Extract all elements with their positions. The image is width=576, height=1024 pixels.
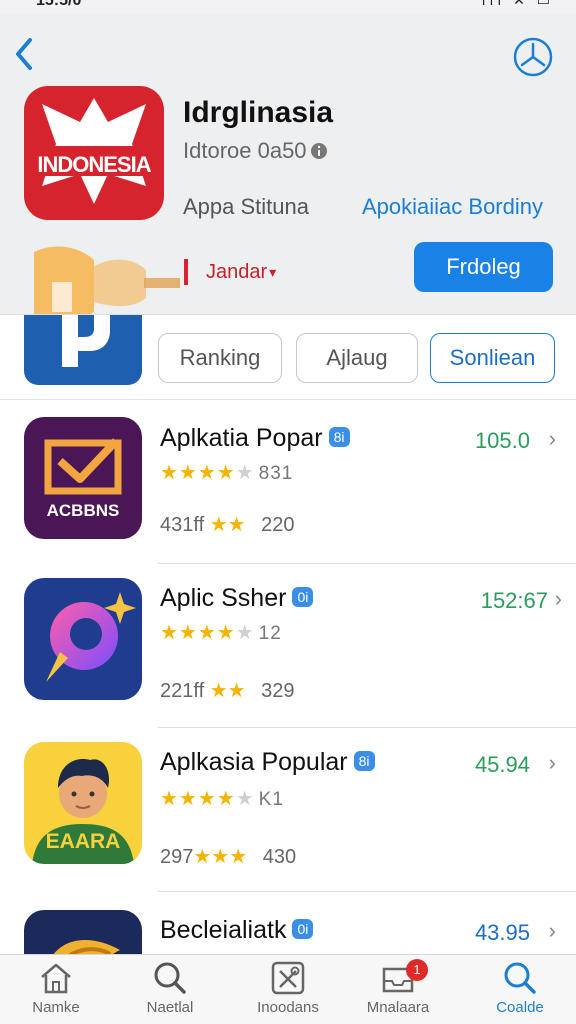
meta-prefix: 221ff <box>160 680 205 702</box>
meta-value: 329 <box>261 680 295 702</box>
history-button[interactable] <box>512 36 554 78</box>
tools-icon <box>271 961 305 995</box>
tab-home[interactable]: Namke <box>6 961 106 1023</box>
list-item[interactable]: Becleialiatk 0i 43.95 › <box>0 896 576 954</box>
tab-ajlaug[interactable]: Ajlaug <box>296 333 418 383</box>
meta-prefix: 297 <box>160 846 194 868</box>
tab-ranking[interactable]: Ranking <box>158 333 282 383</box>
chevron-right-icon[interactable]: › <box>555 586 562 612</box>
status-time: 15:5/0 <box>36 0 82 9</box>
app-title-text: Aplkatia Popar <box>160 424 323 452</box>
app-price[interactable]: 152:67 <box>481 588 548 614</box>
app-title: Aplkatia Popar 8i <box>160 424 350 453</box>
app-meta: 297★★★ 430 <box>160 846 297 868</box>
rating-stars: ★★★★★ K1 <box>160 788 284 810</box>
rating-stars: ★★★★★ 12 <box>160 622 282 644</box>
divider <box>158 891 576 892</box>
dropdown-label: Jandar <box>206 260 268 283</box>
app-subtitle: Idtoroe 0a50 <box>183 138 307 163</box>
status-icons: ııı ✕ ▭ <box>481 0 554 8</box>
app-badge: 0i <box>292 919 314 939</box>
tab-search[interactable]: Naetlal <box>120 961 220 1023</box>
meta-value: 220 <box>261 514 295 536</box>
brand-logo-icon <box>62 315 110 367</box>
app-icon-2 <box>24 578 142 700</box>
app-icon-1: ACBBNS <box>24 417 142 539</box>
app-price[interactable]: 45.94 <box>475 752 530 778</box>
app-badge: 8i <box>353 751 375 771</box>
app-price[interactable]: 105.0 <box>475 428 530 454</box>
meta-prefix: 431ff <box>160 514 205 536</box>
back-button[interactable] <box>10 34 40 74</box>
chevron-right-icon[interactable]: › <box>549 750 556 776</box>
region-dropdown[interactable]: Jandar ▾ <box>184 258 276 286</box>
app-title-text: Aplic Ssher <box>160 584 287 612</box>
app-title: Becleialiatk 0i <box>160 916 314 945</box>
rocket-icon <box>46 592 136 682</box>
search-icon <box>504 962 536 994</box>
app-badge: 0i <box>292 587 314 607</box>
app-title: Idrglinasia <box>183 96 334 129</box>
notification-badge: 1 <box>406 959 428 981</box>
app-icon-label: EAARA <box>45 830 121 853</box>
tab-label: Namke <box>32 999 80 1016</box>
app-meta: 221ff ★★ 329 <box>160 680 295 702</box>
app-title-text: Aplkasia Popular <box>160 748 348 776</box>
tab-label: Naetlal <box>146 999 194 1016</box>
segment-tabs: Ranking Ajlaug Sonliean <box>0 314 576 400</box>
app-meta: 431ff ★★ 220 <box>160 514 295 536</box>
app-header: INDONESIA Idrglinasia Idtoroe 0a50 Appa … <box>0 14 576 321</box>
tab-sonliean[interactable]: Sonliean <box>430 333 555 383</box>
chevron-right-icon[interactable]: › <box>549 918 556 944</box>
meta-value: 430 <box>262 846 297 868</box>
app-list: ACBBNS Aplkatia Popar 8i 105.0 › ★★★★★ 831… <box>0 400 576 954</box>
app-title-text: Becleialiatk <box>160 916 287 944</box>
dropdown-accent <box>184 259 188 285</box>
fox-icon <box>53 940 120 954</box>
bottom-tab-bar: Namke Naetlal Inoodans 1 Mnalaara Coalde <box>0 954 576 1024</box>
status-bar: 15:5/0 ııı ✕ ▭ <box>0 0 576 14</box>
tab-inbox[interactable]: 1 Mnalaara <box>348 959 448 1023</box>
search-icon <box>154 962 186 994</box>
chevron-left-icon <box>16 38 32 70</box>
app-title: Aplkasia Popular 8i <box>160 748 375 777</box>
list-item[interactable]: EAARA Aplkasia Popular 8i 45.94 › ★★★★★ K1… <box>0 728 576 892</box>
app-price[interactable]: 43.95 <box>475 920 530 946</box>
primary-action-button[interactable]: Frdoleg <box>414 242 553 292</box>
tab-tools[interactable]: Inoodans <box>238 961 338 1023</box>
home-icon <box>41 963 71 994</box>
app-icon-label: ACBBNS <box>46 501 120 520</box>
clock-icon <box>513 37 553 77</box>
list-item[interactable]: Aplic Ssher 0i 152:67 › ★★★★★ 12 221ff ★★ … <box>0 564 576 728</box>
chevron-down-icon: ▾ <box>269 263 277 280</box>
app-icon-4 <box>24 910 142 954</box>
list-item[interactable]: ACBBNS Aplkatia Popar 8i 105.0 › ★★★★★ 831… <box>0 400 576 564</box>
tab-label: Mnalaara <box>366 999 430 1016</box>
tab-label: Coalde <box>496 999 544 1016</box>
chevron-right-icon[interactable]: › <box>549 426 556 452</box>
tab-search-active[interactable]: Coalde <box>470 961 570 1023</box>
brand-logo <box>24 315 142 385</box>
app-badge: 8i <box>328 427 350 447</box>
app-title: Aplic Ssher 0i <box>160 584 314 613</box>
app-category: Appa Stituna <box>183 194 309 219</box>
info-icon[interactable] <box>310 142 328 160</box>
rating-count: K1 <box>258 789 284 810</box>
tab-label: Inoodans <box>257 999 319 1016</box>
rating-count: 12 <box>258 623 282 644</box>
app-icon-3: EAARA <box>24 742 142 864</box>
rating-count: 831 <box>258 463 294 484</box>
rating-stars: ★★★★★ 831 <box>160 462 294 484</box>
app-developer-link[interactable]: Apokiaiiac Bordiny <box>362 194 543 220</box>
app-icon: INDONESIA <box>24 86 164 220</box>
app-icon-text: INDONESIA <box>37 152 151 177</box>
